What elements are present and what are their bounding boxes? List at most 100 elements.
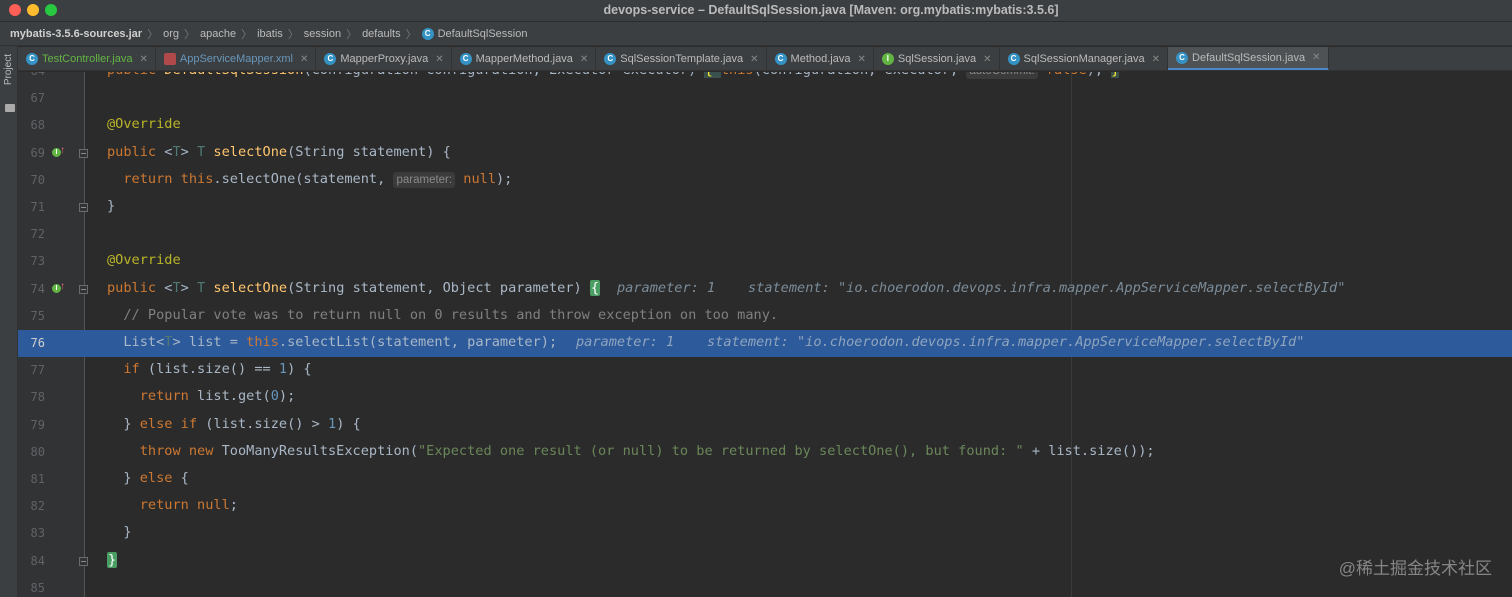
editor-tab[interactable]: C TestController.java ✕ (18, 47, 156, 70)
class-icon: C (1007, 53, 1020, 65)
class-icon: C (1176, 51, 1189, 64)
code-token: > list = (172, 334, 247, 350)
line-number: 67 (30, 91, 45, 106)
code-line[interactable]: 80 throw new TooManyResultsException("Ex… (18, 439, 1512, 466)
code-token: T (172, 143, 181, 160)
tab-label: Method.java (790, 53, 851, 65)
line-number: 71 (30, 200, 45, 214)
editor-tab[interactable]: C SqlSessionManager.java ✕ (1000, 47, 1169, 70)
tab-label: AppServiceMapper.xml (179, 53, 293, 65)
code-line[interactable]: 71} (18, 194, 1512, 221)
close-tab-icon[interactable]: ✕ (750, 54, 758, 65)
code-token: T (197, 143, 214, 160)
breadcrumb-item[interactable]: defaults (362, 28, 401, 40)
editor-tab[interactable]: C MapperMethod.java ✕ (452, 47, 597, 70)
editor-tab[interactable]: C MapperProxy.java ✕ (316, 47, 452, 70)
close-tab-icon[interactable]: ✕ (983, 54, 991, 65)
close-tab-icon[interactable]: ✕ (857, 54, 865, 65)
editor-tab[interactable]: C Method.java ✕ (767, 47, 874, 70)
line-number: 74 (30, 281, 45, 296)
code-token: ) { (336, 415, 361, 432)
code-token: else (139, 470, 181, 486)
close-tab-icon[interactable]: ✕ (300, 54, 308, 65)
parameter-hint: autoCommit: (966, 72, 1038, 79)
class-icon: C (774, 53, 787, 65)
line-number: 85 (30, 580, 45, 595)
code-line[interactable]: 67 (18, 85, 1512, 112)
code-token: (list.size() > (205, 415, 328, 432)
line-number: 83 (30, 526, 45, 541)
code-line[interactable]: 73 @Override (18, 248, 1512, 275)
breadcrumb-item[interactable]: C DefaultSqlSession (421, 27, 527, 40)
line-number: 75 (30, 308, 45, 323)
code-token: public (107, 72, 164, 78)
code-line[interactable]: 84} (18, 548, 1512, 575)
breadcrumb-item[interactable]: mybatis-3.5.6-sources.jar (10, 28, 142, 40)
code-token: List< (107, 334, 165, 350)
code-editor[interactable]: 64 public DefaultSqlSession(Configuration… (18, 72, 1512, 597)
breadcrumb-label: apache (199, 27, 237, 40)
code-text: return null; (107, 497, 238, 513)
code-token: // Popular vote was to return null on 0 … (107, 306, 779, 323)
project-tool-button[interactable]: Project (1, 54, 17, 134)
code-text: List<T> list = this.selectList(statement… (107, 334, 557, 350)
matched-brace: { (589, 279, 601, 296)
editor-tab[interactable]: I SqlSession.java ✕ (874, 47, 1000, 70)
breadcrumb-item[interactable]: apache (200, 28, 236, 40)
code-line[interactable]: 77 if (list.size() == 1) { (18, 357, 1512, 384)
code-line[interactable]: 79 } else if (list.size() > 1) { (18, 412, 1512, 439)
close-tab-icon[interactable]: ✕ (580, 54, 588, 65)
implements-method-icon[interactable]: I ↑ (52, 145, 65, 159)
close-tab-icon[interactable]: ✕ (1312, 52, 1320, 63)
code-line[interactable]: 85 (18, 575, 1512, 597)
breadcrumb-item[interactable]: session (304, 28, 341, 40)
fold-toggle-icon[interactable] (79, 148, 88, 158)
code-line[interactable]: 70 return this.selectOne(statement, para… (18, 167, 1512, 194)
code-line[interactable]: 69 I ↑ public <T> T selectOne(String statem… (18, 140, 1512, 167)
editor-tab[interactable]: AppServiceMapper.xml ✕ (156, 47, 317, 70)
breadcrumb-item[interactable]: ibatis (257, 28, 283, 40)
line-number: 77 (30, 363, 45, 378)
code-line[interactable]: 78 return list.get(0); (18, 384, 1512, 411)
close-tab-icon[interactable]: ✕ (140, 54, 148, 65)
editor-tab[interactable]: C SqlSessionTemplate.java ✕ (596, 47, 767, 70)
fold-toggle-icon[interactable] (79, 203, 88, 212)
code-line[interactable]: 76 List<T> list = this.selectList(statem… (18, 330, 1512, 357)
code-token: return (107, 388, 198, 405)
code-line[interactable]: 81 } else { (18, 466, 1512, 493)
code-line[interactable]: 75 // Popular vote was to return null on… (18, 303, 1512, 330)
folder-icon (5, 104, 15, 112)
class-icon: C (459, 53, 472, 65)
close-tab-icon[interactable]: ✕ (1152, 54, 1160, 65)
line-number: 82 (30, 499, 45, 514)
code-token: (String statement, Object parameter) (287, 279, 590, 296)
breadcrumb-separator: 〉 (287, 28, 299, 41)
code-token: T (172, 279, 181, 296)
implements-method-icon[interactable]: I ↑ (52, 281, 65, 295)
code-line[interactable]: 68 @Override (18, 112, 1512, 139)
code-line[interactable]: 74 I ↑ public <T> T selectOne(String statem… (18, 276, 1512, 303)
code-token: throw new (107, 442, 222, 459)
fold-toggle-icon[interactable] (79, 284, 88, 294)
breadcrumb-item[interactable]: org (163, 28, 179, 40)
tab-label: SqlSessionTemplate.java (620, 53, 744, 65)
parameter-hint: parameter: (393, 171, 456, 188)
code-token: @Override (107, 252, 181, 269)
code-text: public <T> T selectOne(String statement)… (107, 144, 451, 160)
breadcrumb-separator: 〉 (147, 28, 159, 41)
editor-tabs: C TestController.java ✕ AppServiceMapper.xm… (18, 47, 1512, 71)
code-line[interactable]: 72 (18, 221, 1512, 248)
code-text: } else if (list.size() > 1) { (107, 415, 361, 432)
code-token: ) { (287, 361, 312, 378)
window-title: devops-service – DefaultSqlSession.java … (603, 3, 1059, 17)
fold-toggle-icon[interactable] (79, 556, 88, 566)
close-tab-icon[interactable]: ✕ (435, 54, 443, 65)
line-number: 81 (30, 472, 45, 486)
code-line[interactable]: 64 public DefaultSqlSession(Configuration… (18, 72, 1512, 85)
class-icon: C (421, 27, 434, 40)
code-line[interactable]: 83 } (18, 520, 1512, 547)
code-line[interactable]: 82 return null; (18, 493, 1512, 520)
xml-icon (163, 53, 176, 65)
editor-tab[interactable]: C DefaultSqlSession.java ✕ (1168, 47, 1329, 70)
code-token: } (107, 524, 132, 541)
